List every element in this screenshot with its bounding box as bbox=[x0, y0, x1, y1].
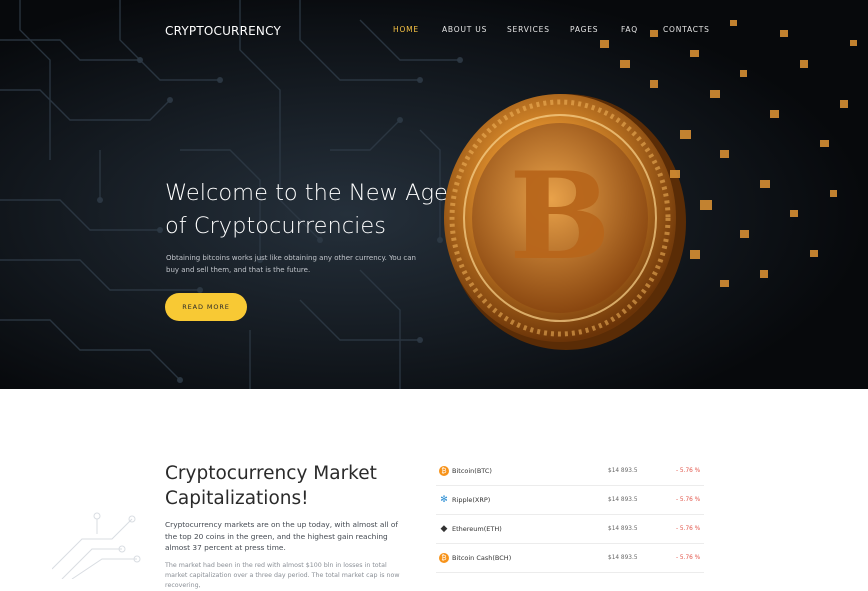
bitcoin-cash-icon: ₿ bbox=[439, 553, 449, 563]
main-nav: HOME ABOUT US SERVICES PAGES FAQ CONTACT… bbox=[380, 25, 720, 39]
svg-text:B: B bbox=[509, 146, 610, 287]
coin-row[interactable]: ◆ Ethereum(ETH) $14 893.5 - 5.76 % bbox=[436, 515, 704, 544]
coin-name: Ripple(XRP) bbox=[452, 496, 491, 504]
coin-change: - 5.76 % bbox=[676, 497, 701, 503]
circuit-decoration bbox=[52, 512, 141, 579]
hero-section: B CRYPTOCURRENCY HOME ABOUT US SERVICES … bbox=[0, 0, 868, 389]
coin-row[interactable]: ₿ Bitcoin Cash(BCH) $14 893.5 - 5.76 % bbox=[436, 544, 704, 573]
coin-price: $14 893.5 bbox=[608, 497, 638, 503]
nav-item-about-us[interactable]: ABOUT US bbox=[442, 25, 487, 34]
coin-price: $14 893.5 bbox=[608, 526, 638, 532]
coin-change: - 5.76 % bbox=[676, 555, 701, 561]
hero-subtitle: Obtaining bitcoins works just like obtai… bbox=[166, 254, 416, 274]
market-paragraph-1: Cryptocurrency markets are on the up tod… bbox=[165, 520, 398, 552]
read-more-button[interactable]: READ MORE bbox=[165, 293, 247, 321]
bitcoin-icon: ₿ bbox=[439, 466, 449, 476]
brand-logo-text[interactable]: CRYPTOCURRENCY bbox=[165, 24, 281, 38]
hero-title: Welcome to the New Age of Cryptocurrenci… bbox=[165, 180, 448, 239]
coin-price: $14 893.5 bbox=[608, 555, 638, 561]
coin-price-table: ₿ Bitcoin(BTC) $14 893.5 - 5.76 % ✻ Ripp… bbox=[436, 457, 704, 573]
coin-change: - 5.76 % bbox=[676, 526, 701, 532]
nav-item-home[interactable]: HOME bbox=[393, 25, 419, 34]
ripple-icon: ✻ bbox=[439, 495, 449, 505]
coin-row[interactable]: ₿ Bitcoin(BTC) $14 893.5 - 5.76 % bbox=[436, 457, 704, 486]
coin-row[interactable]: ✻ Ripple(XRP) $14 893.5 - 5.76 % bbox=[436, 486, 704, 515]
market-title: Cryptocurrency Market Capitalizations! bbox=[165, 463, 377, 509]
market-paragraph-2: The market had been in the red with almo… bbox=[165, 562, 400, 589]
nav-item-faq[interactable]: FAQ bbox=[621, 25, 638, 34]
coin-name: Ethereum(ETH) bbox=[452, 525, 502, 533]
market-section: Cryptocurrency Market Capitalizations! C… bbox=[0, 389, 868, 589]
nav-item-pages[interactable]: PAGES bbox=[570, 25, 598, 34]
coin-name: Bitcoin(BTC) bbox=[452, 467, 492, 475]
nav-item-services[interactable]: SERVICES bbox=[507, 25, 550, 34]
coin-name: Bitcoin Cash(BCH) bbox=[452, 554, 512, 562]
coin-price: $14 893.5 bbox=[608, 468, 638, 474]
nav-item-contacts[interactable]: CONTACTS bbox=[663, 25, 710, 34]
coin-change: - 5.76 % bbox=[676, 468, 701, 474]
ethereum-icon: ◆ bbox=[439, 524, 449, 534]
